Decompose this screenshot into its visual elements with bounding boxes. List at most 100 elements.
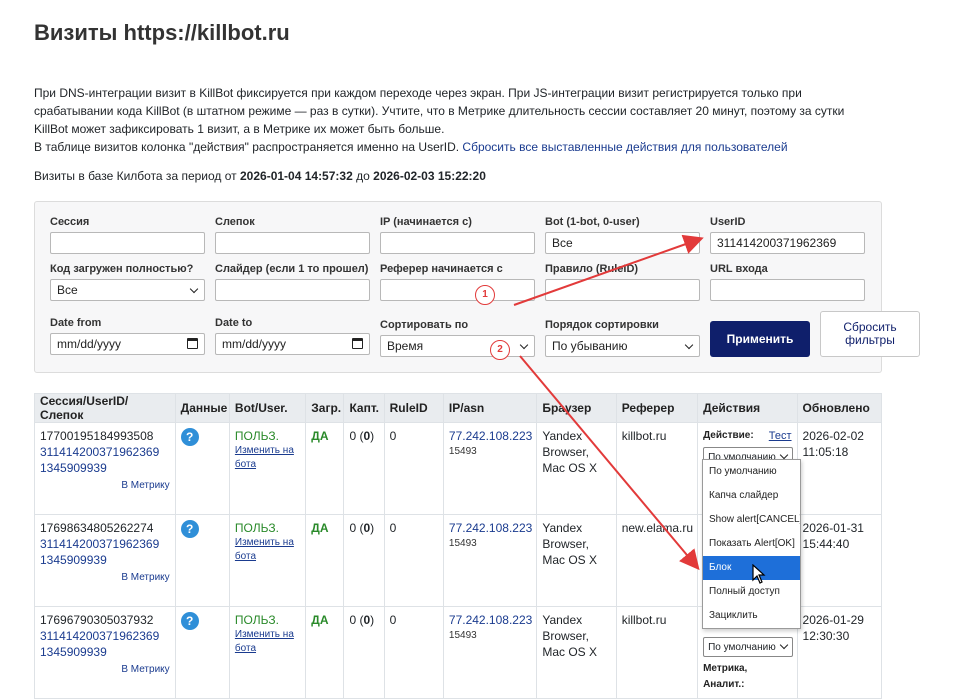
userid-link[interactable]: 311414200371962369 bbox=[40, 444, 170, 460]
dropdown-option[interactable]: Капча слайдер bbox=[703, 484, 800, 508]
intro-line-1: При DNS-интеграции визит в KillBot фикси… bbox=[34, 86, 802, 100]
order-label: Порядок сортировки bbox=[545, 319, 659, 331]
userid-input[interactable]: 311414200371962369 bbox=[710, 232, 865, 254]
data-cell: ? bbox=[174, 606, 230, 699]
rule-input[interactable] bbox=[545, 279, 700, 301]
data-cell: ? bbox=[174, 422, 230, 515]
intro-line-2: срабатывании кода KillBot (в штатном реж… bbox=[34, 104, 845, 118]
bot-input[interactable]: Все bbox=[545, 232, 700, 254]
period-from: 2026-01-04 14:57:32 bbox=[240, 169, 353, 183]
reset-filters-button[interactable]: Сбросить фильтры bbox=[820, 311, 920, 357]
date-from-label: Date from bbox=[50, 317, 102, 329]
dropdown-option[interactable]: Show alert[CANCEL] bbox=[703, 508, 800, 532]
userid-link[interactable]: 311414200371962369 bbox=[40, 628, 170, 644]
date-to-label: Date to bbox=[215, 317, 253, 329]
session-label: Сессия bbox=[50, 216, 90, 228]
asn: 15493 bbox=[448, 446, 477, 457]
action-select[interactable]: По умолчанию bbox=[703, 637, 794, 657]
data-cell: ? bbox=[174, 514, 230, 607]
metrika-link[interactable]: В Метрику bbox=[40, 662, 169, 678]
url-label: URL входа bbox=[710, 263, 768, 275]
asn: 15493 bbox=[448, 538, 477, 549]
referer-input[interactable] bbox=[380, 279, 535, 301]
cast-input[interactable] bbox=[215, 232, 370, 254]
ip-link[interactable]: 77.242.108.223 bbox=[449, 521, 532, 535]
updated-cell: 2026-01-31 15:44:40 bbox=[796, 514, 883, 607]
col-header[interactable]: Реферер bbox=[615, 393, 699, 423]
ip-link[interactable]: 77.242.108.223 bbox=[449, 613, 532, 627]
reset-actions-link[interactable]: Сбросить все выставленные действия для п… bbox=[462, 140, 787, 154]
cast-link[interactable]: 1345909939 bbox=[40, 460, 170, 476]
ip-cell: 77.242.108.223 15493 bbox=[442, 514, 538, 607]
question-icon[interactable]: ? bbox=[180, 612, 199, 630]
captcha-cell: 0 (0) bbox=[343, 422, 385, 515]
cast-label: Слепок bbox=[215, 216, 255, 228]
col-header[interactable]: Браузер bbox=[536, 393, 617, 423]
session-id: 17698634805262274 bbox=[40, 521, 154, 535]
col-header[interactable]: Загр. bbox=[305, 393, 345, 423]
col-header[interactable]: Действия bbox=[697, 393, 798, 423]
intro-line-4: В таблице визитов колонка "действия" рас… bbox=[34, 140, 788, 154]
session-cell: 17696790305037932 311414200371962369 134… bbox=[34, 606, 176, 699]
change-to-bot-link[interactable]: Изменить на бота bbox=[235, 444, 300, 472]
code-select[interactable]: Все bbox=[50, 279, 205, 301]
dropdown-option[interactable]: Показать Alert[OK] bbox=[703, 532, 800, 556]
sort-select[interactable]: Время bbox=[380, 335, 535, 357]
code-label: Код загружен полностью? bbox=[50, 263, 194, 275]
metrika-link[interactable]: В Метрику bbox=[40, 478, 169, 494]
session-id: 17696790305037932 bbox=[40, 613, 154, 627]
slider-input[interactable] bbox=[215, 279, 370, 301]
question-icon[interactable]: ? bbox=[180, 520, 199, 538]
sort-label: Сортировать по bbox=[380, 319, 469, 331]
session-input[interactable] bbox=[50, 232, 205, 254]
updated-cell: 2026-01-29 12:30:30 bbox=[796, 606, 883, 699]
table-header-row: Сессия/UserID/Слепок Данные Bot/User. За… bbox=[34, 393, 883, 423]
action-dropdown-list: По умолчанию Капча слайдер Show alert[CA… bbox=[702, 459, 801, 629]
ip-cell: 77.242.108.223 15493 bbox=[442, 422, 538, 515]
captcha-cell: 0 (0) bbox=[343, 606, 385, 699]
ip-cell: 77.242.108.223 15493 bbox=[442, 606, 538, 699]
bot-status: ПОЛЬЗ. bbox=[234, 429, 279, 443]
period-to: 2026-02-03 15:22:20 bbox=[373, 169, 486, 183]
browser-cell: Yandex Browser, Mac OS X bbox=[536, 514, 617, 607]
col-header[interactable]: Данные bbox=[174, 393, 230, 423]
session-id: 17700195184993508 bbox=[40, 429, 154, 443]
test-link[interactable]: Тест bbox=[769, 428, 792, 444]
bot-status: ПОЛЬЗ. bbox=[234, 521, 279, 535]
order-select[interactable]: По убыванию bbox=[545, 335, 700, 357]
col-header[interactable]: IP/asn bbox=[442, 393, 538, 423]
col-header[interactable]: RuleID bbox=[383, 393, 444, 423]
calendar-icon[interactable] bbox=[352, 338, 363, 349]
calendar-icon[interactable] bbox=[187, 338, 198, 349]
date-to-input[interactable]: mm/dd/yyyy bbox=[215, 333, 370, 355]
bot-cell: ПОЛЬЗ. Изменить на бота bbox=[228, 422, 307, 515]
action-label: Действие: bbox=[703, 430, 754, 441]
col-header[interactable]: Bot/User. bbox=[228, 393, 307, 423]
referer-label: Реферер начинается с bbox=[380, 263, 503, 275]
col-header[interactable]: Обновлено bbox=[796, 393, 883, 423]
bot-cell: ПОЛЬЗ. Изменить на бота bbox=[228, 514, 307, 607]
url-input[interactable] bbox=[710, 279, 865, 301]
slider-label: Слайдер (если 1 то прошел) bbox=[215, 263, 369, 275]
cast-link[interactable]: 1345909939 bbox=[40, 552, 170, 568]
cast-link[interactable]: 1345909939 bbox=[40, 644, 170, 660]
userid-link[interactable]: 311414200371962369 bbox=[40, 536, 170, 552]
period-info: Визиты в базе Килбота за период от 2026-… bbox=[34, 169, 486, 183]
col-header[interactable]: Капт. bbox=[343, 393, 385, 423]
userid-label: UserID bbox=[710, 216, 746, 228]
metrika-analit-label: Метрика, Аналит.: bbox=[703, 663, 748, 690]
dropdown-option[interactable]: По умолчанию bbox=[703, 460, 800, 484]
ip-input[interactable] bbox=[380, 232, 535, 254]
apply-button[interactable]: Применить bbox=[710, 321, 810, 357]
change-to-bot-link[interactable]: Изменить на бота bbox=[235, 628, 300, 656]
col-header[interactable]: Сессия/UserID/Слепок bbox=[34, 393, 176, 423]
browser-cell: Yandex Browser, Mac OS X bbox=[536, 422, 617, 515]
date-from-input[interactable]: mm/dd/yyyy bbox=[50, 333, 205, 355]
loaded-cell: ДА bbox=[305, 422, 345, 515]
change-to-bot-link[interactable]: Изменить на бота bbox=[235, 536, 300, 564]
dropdown-option[interactable]: Зациклить bbox=[703, 604, 800, 628]
mouse-cursor-icon bbox=[752, 564, 766, 584]
metrika-link[interactable]: В Метрику bbox=[40, 570, 169, 586]
question-icon[interactable]: ? bbox=[180, 428, 199, 446]
ip-link[interactable]: 77.242.108.223 bbox=[449, 429, 532, 443]
